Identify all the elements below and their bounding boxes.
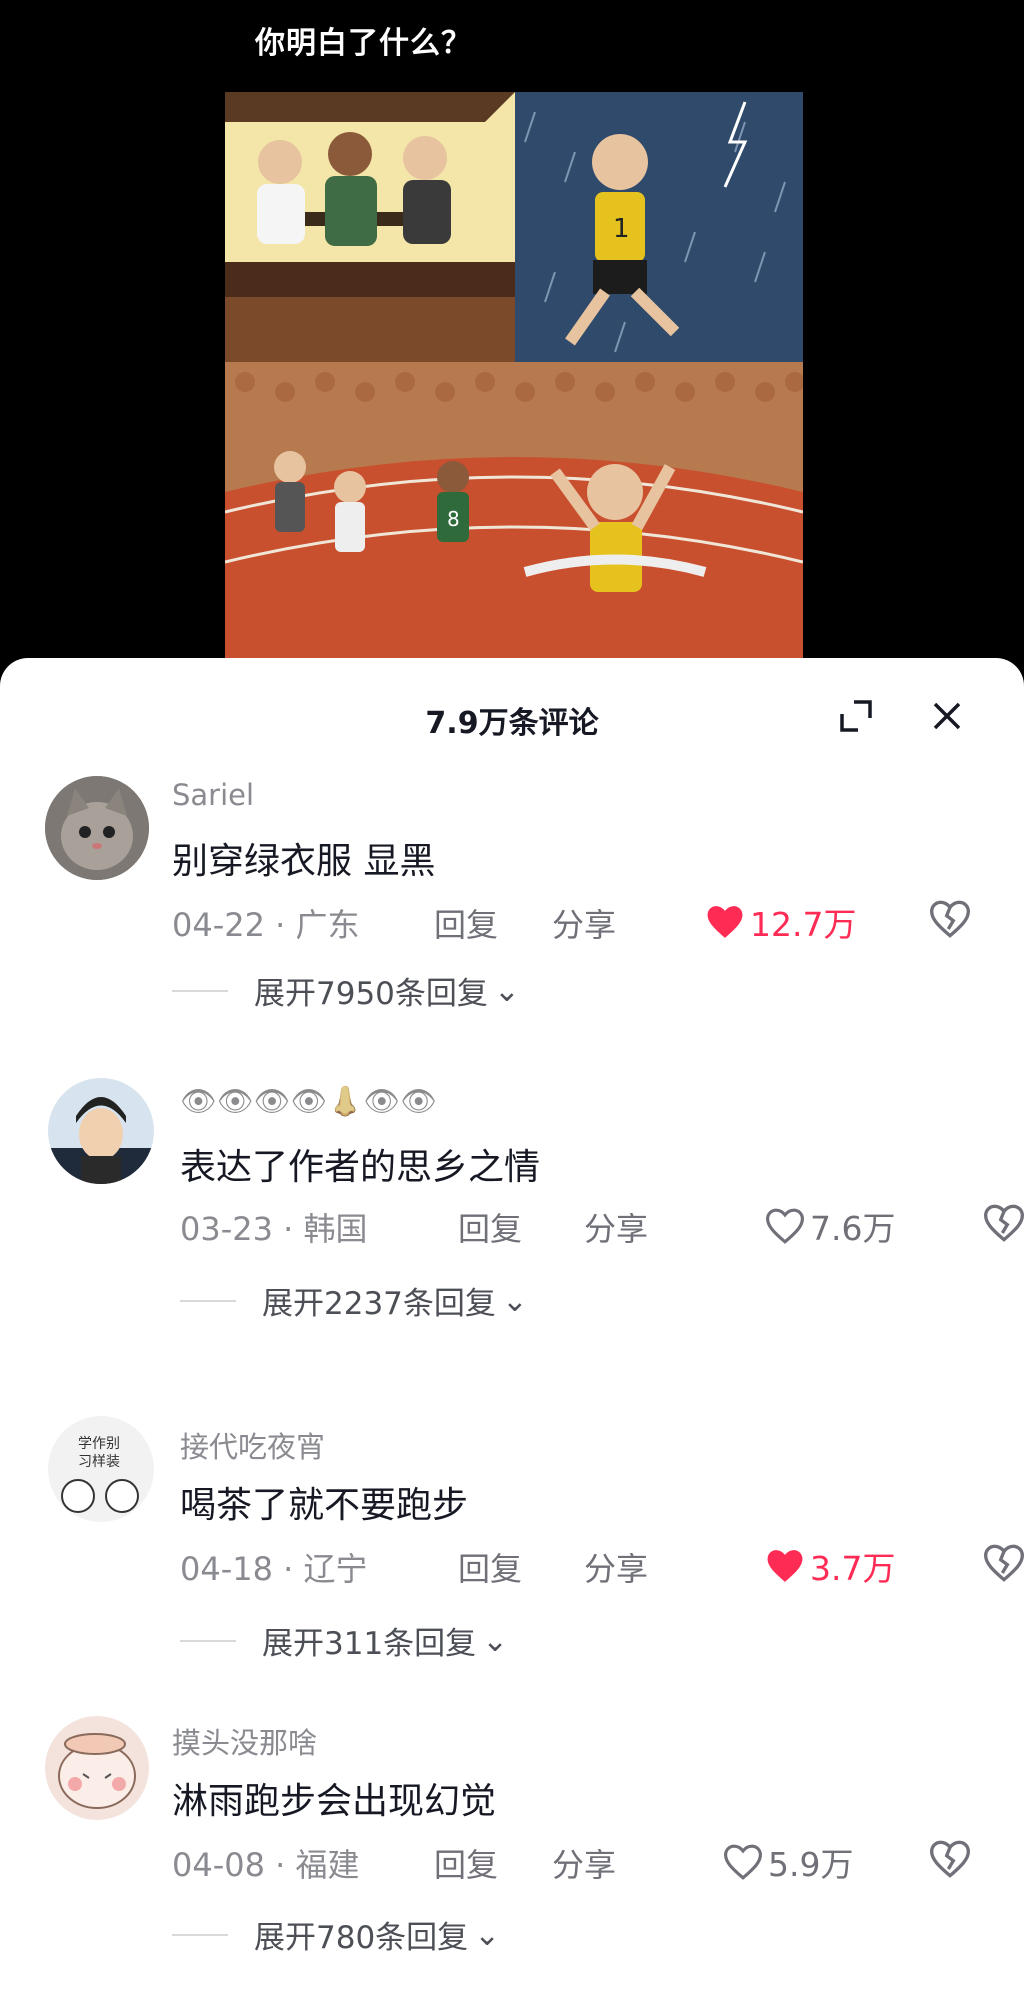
comment-text: 表达了作者的思乡之情: [180, 1147, 541, 1188]
expand-replies-label: 展开780条回复: [254, 1920, 469, 1956]
expand-replies-label: 展开7950条回复: [254, 976, 488, 1012]
heart-outline-icon: [766, 1208, 804, 1244]
video-area[interactable]: 你明白了什么？ 1 8: [0, 0, 1024, 700]
video-title: 你明白了什么？: [255, 26, 472, 61]
comment-item: 👁👁👁👁👃👁👁 表达了作者的思乡之情 03-23 · 韩国 回复 分享 7.6万…: [0, 1078, 1024, 1398]
divider-line: [180, 1299, 236, 1302]
comments-header: 7.9万条评论: [0, 658, 1024, 776]
share-button[interactable]: 分享: [584, 1544, 648, 1590]
like-button[interactable]: 7.6万: [766, 1202, 895, 1250]
comments-sheet: 7.9万条评论 Sariel 别穿绿衣服 显黑 04-22 · 广东 回复 分享…: [0, 658, 1024, 1997]
share-button[interactable]: 分享: [584, 1204, 648, 1250]
divider-line: [172, 989, 228, 992]
comment-username[interactable]: 👁👁👁👁👃👁👁: [180, 1084, 437, 1119]
like-count: 5.9万: [768, 1845, 854, 1884]
fullscreen-expand-icon[interactable]: [834, 694, 878, 738]
expand-replies-button[interactable]: 展开7950条回复 ⌄: [172, 968, 520, 1013]
chevron-down-icon: ⌄: [474, 1916, 501, 1953]
close-icon[interactable]: [925, 694, 969, 738]
comment-item: 摸头没那啥 淋雨跑步会出现幻觉 04-08 · 福建 回复 分享 5.9万 展开…: [0, 1716, 1024, 1997]
svg-text:学作别: 学作别: [78, 1436, 120, 1452]
expand-replies-button[interactable]: 展开311条回复 ⌄: [180, 1618, 508, 1663]
dislike-heart-icon[interactable]: [929, 900, 971, 940]
comment-date-location: 03-23 · 韩国: [180, 1210, 368, 1248]
like-count: 7.6万: [810, 1209, 896, 1248]
heart-filled-icon: [707, 906, 743, 938]
comment-username[interactable]: 摸头没那啥: [172, 1720, 317, 1762]
reply-button[interactable]: 回复: [434, 900, 498, 946]
like-button[interactable]: 5.9万: [724, 1838, 853, 1886]
comment-item: 学作别 习样装 接代吃夜宵 喝茶了就不要跑步 04-18 · 辽宁 回复 分享 …: [0, 1416, 1024, 1736]
svg-text:1: 1: [613, 214, 630, 244]
svg-text:习样装: 习样装: [78, 1454, 120, 1470]
comment-item: Sariel 别穿绿衣服 显黑 04-22 · 广东 回复 分享 12.7万 展…: [0, 776, 1024, 1076]
video-illustration[interactable]: 1 8: [225, 92, 803, 662]
comment-text: 喝茶了就不要跑步: [180, 1485, 469, 1526]
expand-replies-label: 展开2237条回复: [262, 1286, 496, 1322]
like-button[interactable]: 3.7万: [766, 1542, 895, 1590]
comment-text: 别穿绿衣服 显黑: [172, 841, 436, 882]
avatar[interactable]: [45, 1716, 149, 1820]
avatar[interactable]: 学作别 习样装: [48, 1416, 154, 1522]
comment-text: 淋雨跑步会出现幻觉: [172, 1781, 497, 1822]
comment-date-location: 04-08 · 福建: [172, 1846, 360, 1884]
chevron-down-icon: ⌄: [493, 972, 520, 1009]
svg-text:8: 8: [447, 507, 460, 531]
divider-line: [172, 1933, 228, 1936]
avatar[interactable]: [45, 776, 149, 880]
reply-button[interactable]: 回复: [458, 1204, 522, 1250]
comment-date-location: 04-22 · 广东: [172, 906, 360, 944]
divider-line: [180, 1639, 236, 1642]
expand-replies-label: 展开311条回复: [262, 1626, 477, 1662]
expand-replies-button[interactable]: 展开2237条回复 ⌄: [180, 1278, 528, 1323]
dislike-heart-icon[interactable]: [929, 1840, 971, 1880]
reply-button[interactable]: 回复: [458, 1544, 522, 1590]
comment-username[interactable]: 接代吃夜宵: [180, 1424, 325, 1466]
like-count: 3.7万: [810, 1549, 896, 1588]
share-button[interactable]: 分享: [552, 900, 616, 946]
chevron-down-icon: ⌄: [501, 1282, 528, 1319]
share-button[interactable]: 分享: [552, 1840, 616, 1886]
comment-username[interactable]: Sariel: [172, 778, 254, 812]
reply-button[interactable]: 回复: [434, 1840, 498, 1886]
like-button[interactable]: 12.7万: [706, 898, 856, 946]
comment-date-location: 04-18 · 辽宁: [180, 1550, 368, 1588]
heart-filled-icon: [767, 1550, 803, 1582]
dislike-heart-icon[interactable]: [983, 1544, 1024, 1584]
expand-replies-button[interactable]: 展开780条回复 ⌄: [172, 1912, 500, 1957]
heart-outline-icon: [724, 1844, 762, 1880]
avatar[interactable]: [48, 1078, 154, 1184]
dislike-heart-icon[interactable]: [983, 1204, 1024, 1244]
like-count: 12.7万: [750, 905, 857, 944]
chevron-down-icon: ⌄: [482, 1622, 509, 1659]
